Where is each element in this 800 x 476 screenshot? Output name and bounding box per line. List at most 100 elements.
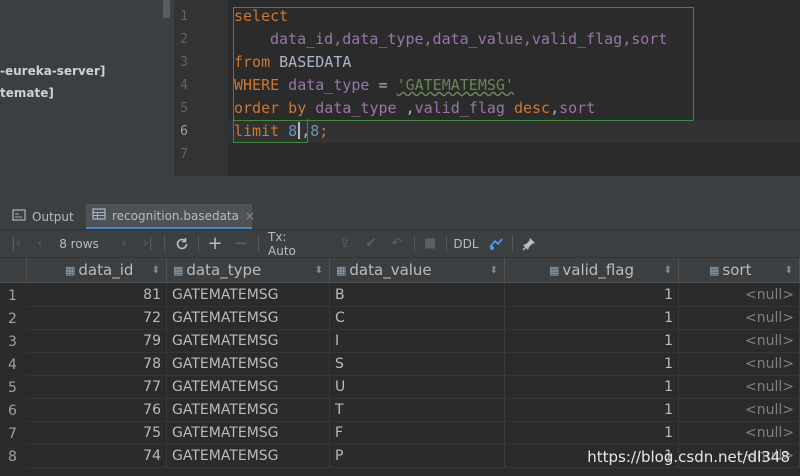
table-cell-data-id[interactable]: 77	[27, 376, 167, 399]
toolbar-divider	[512, 235, 513, 252]
table-cell-data-id[interactable]: 72	[27, 307, 167, 330]
tab-recognition-basedata[interactable]: recognition.basedata ×	[86, 204, 255, 229]
row-number-header	[0, 258, 27, 283]
column-header-data-value[interactable]: ▦ data_value ⬍	[330, 258, 505, 283]
column-header-label: valid_flag	[562, 261, 634, 279]
table-cell-data-type[interactable]: GATEMATEMSG	[167, 422, 330, 445]
column-ref: valid_flag	[414, 99, 505, 117]
table-cell-data-value[interactable]: F	[330, 422, 505, 445]
column-header-data-type[interactable]: ▦ data_type ⬍	[167, 258, 330, 283]
table-cell-sort[interactable]: <null>	[679, 330, 800, 353]
commit-check-icon[interactable]: ✔	[362, 230, 380, 257]
table-cell-data-id[interactable]: 74	[27, 445, 167, 468]
last-page-icon[interactable]: ›|	[140, 230, 156, 257]
table-cell-sort[interactable]: <null>	[679, 399, 800, 422]
table-cell-data-id[interactable]: 75	[27, 422, 167, 445]
code-line-3[interactable]: from BASEDATA	[234, 53, 351, 71]
code-line-6[interactable]: limit 8,8;	[234, 122, 328, 140]
table-cell-data-type[interactable]: GATEMATEMSG	[167, 376, 330, 399]
sort-icon[interactable]: ⬍	[152, 265, 160, 276]
first-page-icon[interactable]: |‹	[8, 230, 24, 257]
compare-icon[interactable]	[486, 230, 506, 257]
prev-page-icon[interactable]: ‹	[32, 230, 48, 257]
sql-editor[interactable]: select data_id,data_type,data_value,vali…	[228, 0, 800, 176]
code-line-1[interactable]: select	[234, 7, 288, 25]
table-cell-sort[interactable]: <null>	[679, 284, 800, 307]
table-cell-valid-flag[interactable]: 1	[505, 399, 679, 422]
row-number[interactable]: 1	[0, 284, 26, 307]
tab-close-icon[interactable]: ×	[245, 209, 255, 223]
code-line-4[interactable]: WHERE data_type = 'GATEMATEMSG'	[234, 76, 514, 94]
project-panel: -eureka-server] temate]	[0, 0, 174, 176]
results-toolbar: |‹ ‹ 8 rows › ›| + − Tx: Auto ⇪ ✔ ↶ ■ DD…	[0, 230, 800, 258]
table-cell-data-id[interactable]: 76	[27, 399, 167, 422]
table-cell-data-id[interactable]: 79	[27, 330, 167, 353]
table-cell-data-type[interactable]: GATEMATEMSG	[167, 284, 330, 307]
refresh-icon[interactable]	[173, 230, 191, 257]
row-number[interactable]: 2	[0, 307, 26, 330]
line-number-current: 6	[180, 124, 188, 139]
row-number[interactable]: 7	[0, 422, 26, 445]
row-number[interactable]: 6	[0, 399, 26, 422]
column-ref: sort	[559, 99, 596, 117]
column-header-data-id[interactable]: ▦ data_id ⬍	[27, 258, 167, 283]
table-cell-data-type[interactable]: GATEMATEMSG	[167, 330, 330, 353]
column-header-label: data_id	[78, 261, 134, 279]
table-cell-valid-flag[interactable]: 1	[505, 307, 679, 330]
next-page-icon[interactable]: ›	[116, 230, 132, 257]
code-line-2[interactable]: data_id,data_type,data_value,valid_flag,…	[270, 30, 667, 48]
table-cell-data-type[interactable]: GATEMATEMSG	[167, 399, 330, 422]
table-cell-sort[interactable]: <null>	[679, 307, 800, 330]
table-cell-valid-flag[interactable]: 1	[505, 353, 679, 376]
table-cell-valid-flag[interactable]: 1	[505, 330, 679, 353]
table-cell-data-value[interactable]: B	[330, 284, 505, 307]
table-name: BASEDATA	[270, 53, 352, 71]
remove-row-icon[interactable]: −	[232, 230, 250, 257]
column-header-valid-flag[interactable]: ▦ valid_flag ⬍	[505, 258, 679, 283]
table-cell-valid-flag[interactable]: 1	[505, 422, 679, 445]
sort-icon[interactable]: ⬍	[664, 265, 672, 276]
ddl-button[interactable]: DDL	[452, 230, 480, 257]
panel-divider[interactable]	[0, 176, 800, 204]
stop-icon[interactable]: ■	[422, 230, 438, 257]
table-cell-data-type[interactable]: GATEMATEMSG	[167, 307, 330, 330]
toolbar-divider	[164, 235, 165, 252]
table-cell-sort[interactable]: <null>	[679, 353, 800, 376]
sort-icon[interactable]: ⬍	[490, 265, 498, 276]
row-number[interactable]: 3	[0, 330, 26, 353]
table-cell-valid-flag[interactable]: 1	[505, 284, 679, 307]
add-row-icon[interactable]: +	[206, 230, 224, 257]
table-cell-data-value[interactable]: I	[330, 330, 505, 353]
code-line-5[interactable]: order by data_type ,valid_flag desc,sort	[234, 99, 595, 117]
table-cell-data-type[interactable]: GATEMATEMSG	[167, 353, 330, 376]
project-scrollbar[interactable]	[163, 0, 170, 18]
table-cell-data-id[interactable]: 81	[27, 284, 167, 307]
row-number[interactable]: 5	[0, 376, 26, 399]
table-cell-data-value[interactable]: P	[330, 445, 505, 468]
tab-output[interactable]: Output	[12, 204, 78, 229]
project-item-eureka-server[interactable]: -eureka-server]	[0, 64, 105, 78]
column-header-sort[interactable]: ▦ sort ⬍	[679, 258, 800, 283]
pin-icon[interactable]	[520, 230, 538, 257]
transaction-mode-selector[interactable]: Tx: Auto	[268, 230, 318, 258]
table-cell-valid-flag[interactable]: 1	[505, 376, 679, 399]
results-tab-bar: Output recognition.basedata ×	[0, 204, 800, 230]
table-cell-data-value[interactable]: C	[330, 307, 505, 330]
table-cell-data-value[interactable]: U	[330, 376, 505, 399]
submit-icon[interactable]: ⇪	[336, 230, 354, 257]
row-number[interactable]: 4	[0, 353, 26, 376]
table-cell-data-value[interactable]: S	[330, 353, 505, 376]
sort-icon[interactable]: ⬍	[315, 265, 323, 276]
rollback-icon[interactable]: ↶	[388, 230, 406, 257]
table-cell-data-id[interactable]: 78	[27, 353, 167, 376]
row-count-selector[interactable]: 8 rows	[58, 230, 100, 257]
table-cell-data-value[interactable]: T	[330, 399, 505, 422]
sort-icon[interactable]: ⬍	[785, 265, 793, 276]
row-number[interactable]: 8	[0, 445, 26, 468]
column-icon: ▦	[709, 263, 720, 277]
primary-key-column-icon: ▦	[65, 263, 76, 277]
table-cell-sort[interactable]: <null>	[679, 376, 800, 399]
table-cell-sort[interactable]: <null>	[679, 422, 800, 445]
table-cell-data-type[interactable]: GATEMATEMSG	[167, 445, 330, 468]
project-item-gatemate[interactable]: temate]	[0, 86, 54, 100]
